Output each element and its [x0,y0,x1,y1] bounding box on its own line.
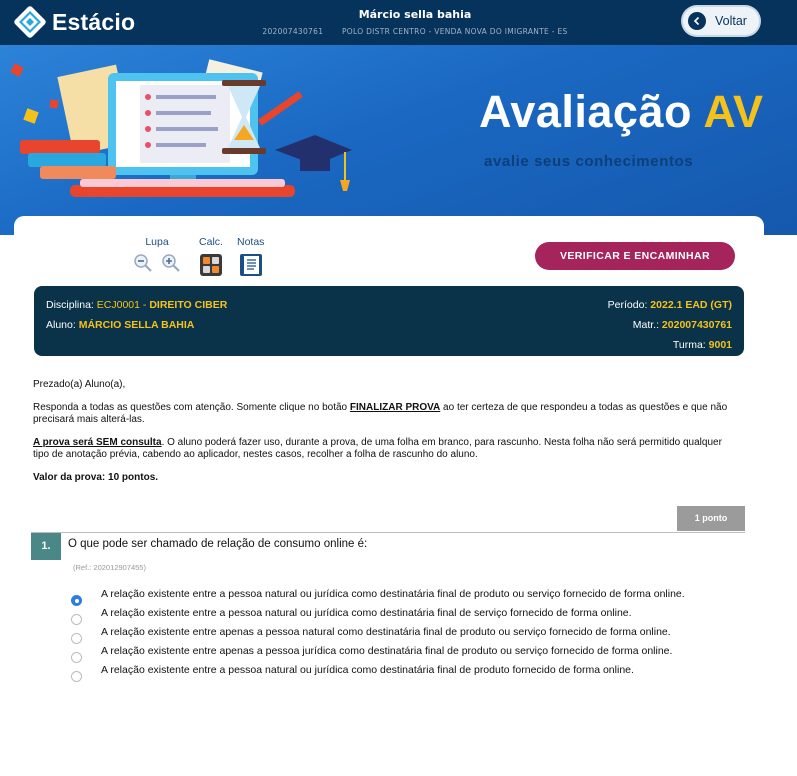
answer-option-d[interactable]: A relação existente entre apenas a pesso… [68,645,758,663]
zoom-out-icon[interactable] [133,253,153,273]
calc-label: Calc. [199,236,223,248]
turma-value: 9001 [708,339,732,351]
question-text: O que pode ser chamado de relação de con… [68,538,368,550]
instruction-paragraph-1: Responda a todas as questões com atenção… [33,401,728,426]
lupa-label: Lupa [145,236,169,248]
question-number: 1. [31,533,61,560]
radio-option-e[interactable] [71,671,82,682]
user-meta: 202007430761 POLO DISTR CENTRO - VENDA N… [240,27,590,36]
answer-options: A relação existente entre a pessoa natur… [68,588,758,683]
user-polo: POLO DISTR CENTRO - VENDA NOVA DO IMIGRA… [341,27,568,36]
answer-option-text: A relação existente entre a pessoa natur… [101,607,632,619]
banner-subtitle: avalie seus conhecimentos [484,153,694,170]
user-id: 202007430761 [262,27,324,36]
banner-title: Avaliação AV [479,86,764,138]
question-header: 1 ponto [31,506,745,533]
instruction-paragraph-2: A prova será SEM consulta. O aluno poder… [33,436,722,461]
periodo-label: Período: [607,299,648,311]
exam-value: Valor da prova: 10 pontos. [33,471,159,483]
exam-info-box: Disciplina: ECJ0001 - DIREITO CIBER Alun… [34,286,744,356]
answer-option-e[interactable]: A relação existente entre a pessoa natur… [68,664,758,682]
notas-tool: Notas [237,236,264,277]
notes-icon[interactable] [239,253,263,277]
calculator-icon[interactable] [199,253,223,277]
disciplina-label: Disciplina: [46,299,94,311]
question-ref: (Ref.: 202012907455) [73,563,146,572]
exam-card: Lupa Calc. Notas VERIFICAR E ENCAMINHAR … [14,216,764,776]
answer-option-text: A relação existente entre a pessoa natur… [101,664,634,676]
answer-option-c[interactable]: A relação existente entre apenas a pesso… [68,626,758,644]
verify-submit-button[interactable]: VERIFICAR E ENCAMINHAR [535,242,735,270]
radio-option-c[interactable] [71,633,82,644]
back-button-label: Voltar [715,14,747,28]
answer-option-a[interactable]: A relação existente entre a pessoa natur… [68,588,758,606]
greeting: Prezado(a) Aluno(a), [33,379,126,390]
radio-option-d[interactable] [71,652,82,663]
answer-option-text: A relação existente entre apenas a pesso… [101,645,673,657]
lupa-tool: Lupa [129,236,185,277]
banner-title-main: Avaliação [479,86,692,137]
calc-tool: Calc. [199,236,223,277]
aluno-label: Aluno: [46,319,76,331]
chevron-left-icon [688,12,706,30]
brand-name: Estácio [52,8,136,35]
notas-label: Notas [237,236,265,248]
exam-illustration [10,59,352,197]
hero-banner: Avaliação AV avalie seus conhecimentos [0,45,797,235]
aluno-row: Aluno: MÁRCIO SELLA BAHIA [46,315,227,335]
back-button[interactable]: Voltar [683,7,759,35]
exam-instructions: Prezado(a) Aluno(a), Responda a todas as… [33,379,739,494]
finalizar-prova-text: FINALIZAR PROVA [349,401,441,413]
aluno-name: MÁRCIO SELLA BAHIA [78,319,195,331]
user-info: Márcio sella bahia 202007430761 POLO DIS… [240,8,590,36]
disciplina-code: ECJ0001 [96,299,140,311]
periodo-value: 2022.1 EAD (GT) [650,299,732,311]
answer-option-text: A relação existente entre a pessoa natur… [101,588,685,600]
matricula-row: Matr.: 202007430761 [608,315,732,335]
disciplina-name: DIREITO CIBER [149,299,228,311]
answer-option-b[interactable]: A relação existente entre a pessoa natur… [68,607,758,625]
estacio-logo-icon [14,6,46,38]
turma-row: Turma: 9001 [608,335,732,355]
brand-logo[interactable]: Estácio [13,5,135,39]
zoom-in-icon[interactable] [161,253,181,273]
user-name: Márcio sella bahia [358,8,472,21]
periodo-row: Período: 2022.1 EAD (GT) [608,295,732,315]
turma-label: Turma: [672,339,706,351]
question-divider [31,532,745,533]
radio-option-b[interactable] [71,614,82,625]
answer-option-text: A relação existente entre apenas a pesso… [101,626,671,638]
sem-consulta-text: A prova será SEM consulta [33,436,162,448]
matricula-label: Matr.: [632,319,659,331]
banner-title-accent: AV [703,86,764,137]
matricula-value: 202007430761 [661,319,732,331]
disciplina-row: Disciplina: ECJ0001 - DIREITO CIBER [46,299,228,311]
question-points-badge: 1 ponto [677,506,745,531]
radio-option-a[interactable] [71,595,82,606]
top-bar: Estácio Márcio sella bahia 202007430761 … [0,0,797,45]
tool-bar: Lupa Calc. Notas [129,236,278,277]
